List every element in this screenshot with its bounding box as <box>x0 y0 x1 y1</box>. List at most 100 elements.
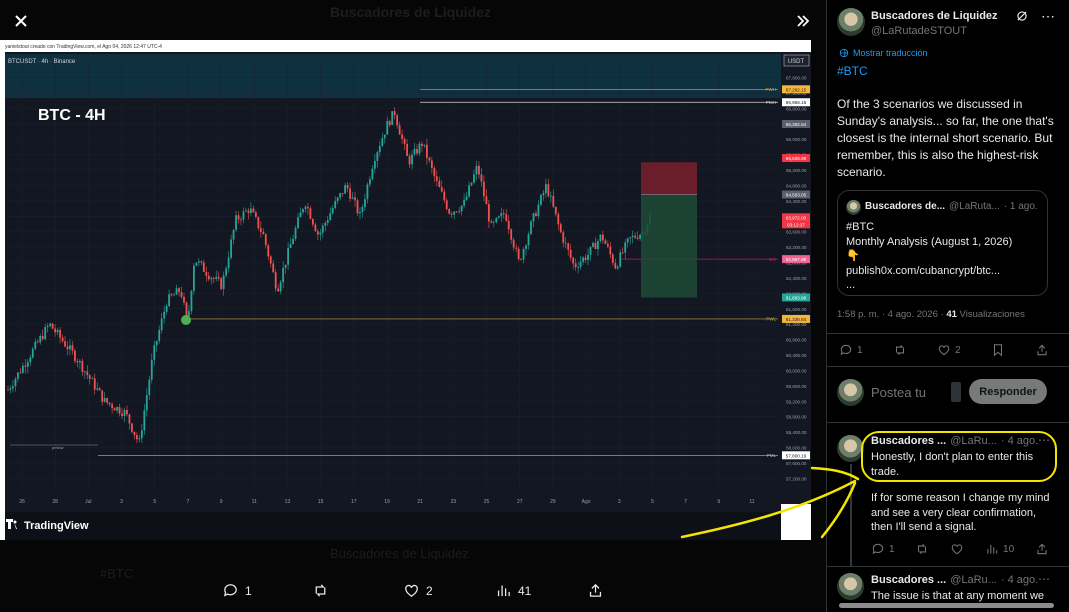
translate-link[interactable]: Mostrar traducción <box>839 48 928 58</box>
bottom-reply-button[interactable]: 1 <box>222 582 252 599</box>
candle-body <box>433 167 436 177</box>
share-button[interactable] <box>1035 343 1049 357</box>
candle-body <box>274 272 277 289</box>
candle-body <box>510 229 513 240</box>
reply2-time[interactable]: · 4 ago. <box>1001 574 1038 586</box>
candle-body <box>589 246 592 255</box>
candle-body <box>148 379 151 396</box>
candle-body <box>292 238 294 245</box>
candle-body <box>185 302 188 316</box>
reply-repost-button[interactable] <box>915 542 929 556</box>
candle-body <box>426 144 428 159</box>
x-tick-label: 23 <box>451 499 457 505</box>
horizontal-scrollbar[interactable] <box>839 603 1054 608</box>
reply2-author-name[interactable]: Buscadores ... <box>871 574 946 586</box>
candle-body <box>639 234 641 239</box>
candle-body <box>71 345 74 351</box>
candle-body <box>309 208 312 219</box>
composer-scroll[interactable] <box>951 382 961 402</box>
reply-avatar[interactable] <box>837 435 864 462</box>
candle-body <box>520 259 523 260</box>
author-avatar[interactable] <box>837 8 865 36</box>
candle-body <box>535 213 537 217</box>
candle-body <box>594 242 597 250</box>
candle-body <box>512 239 515 248</box>
candle-body <box>210 278 213 280</box>
reply-input[interactable] <box>871 383 951 401</box>
bottom-like-button[interactable]: 2 <box>403 582 433 599</box>
bookmark-button[interactable] <box>991 343 1005 357</box>
like-count: 2 <box>955 344 961 356</box>
reply-views-button[interactable]: 10 <box>985 542 1014 556</box>
candle-body <box>497 216 500 218</box>
candle-body <box>413 148 416 155</box>
pmlow-label: pmlow <box>52 445 64 450</box>
bottom-reply-count: 1 <box>245 583 252 598</box>
x-tick-label: 5 <box>651 499 654 505</box>
candle-body <box>103 398 106 402</box>
candle-body <box>76 361 79 363</box>
candle-body <box>245 210 247 212</box>
reply-like-button[interactable] <box>950 542 964 556</box>
expand-panel-button[interactable] <box>790 8 816 34</box>
candle-body <box>532 213 535 222</box>
more-options-button[interactable]: ⋯ <box>1041 8 1055 25</box>
candle-body <box>262 231 265 235</box>
reply-reply-button[interactable]: 1 <box>871 542 895 556</box>
quoted-tweet[interactable]: Buscadores de... @LaRuta... · 1 ago. #BT… <box>837 190 1048 296</box>
heart-icon <box>952 544 963 555</box>
candle-body <box>406 144 408 156</box>
grok-button[interactable] <box>1015 9 1029 28</box>
x-tick-label: 21 <box>417 499 423 505</box>
reply-button[interactable]: 1 <box>839 343 863 357</box>
candle-body <box>56 329 59 333</box>
candle-body <box>329 213 332 221</box>
candle-body <box>559 224 562 233</box>
candle-body <box>636 237 639 239</box>
reply2-avatar[interactable] <box>837 573 864 600</box>
author-name[interactable]: Buscadores de Liquidez <box>871 10 998 22</box>
candle-body <box>316 231 319 235</box>
price-badge-label: 57,800.19 <box>786 453 807 458</box>
candle-body <box>438 180 441 188</box>
bottom-views-button[interactable]: 41 <box>495 582 531 599</box>
reply-submit-button[interactable]: Responder <box>969 379 1047 404</box>
candle-body <box>29 357 32 363</box>
candle-body <box>304 206 307 210</box>
more-icon: ⋯ <box>1041 8 1055 24</box>
candle-body <box>311 218 314 225</box>
reply2-author-handle[interactable]: @LaRu... <box>950 574 997 586</box>
tweet-body: Of the 3 scenarios we discussed in Sunda… <box>837 97 1054 179</box>
candle-body <box>579 261 582 267</box>
repost-button[interactable] <box>893 343 907 357</box>
close-button[interactable] <box>8 8 34 34</box>
quote-ellipsis: ... <box>846 279 856 291</box>
repost-icon <box>918 543 927 555</box>
author-handle[interactable]: @LaRutadeSTOUT <box>871 25 998 37</box>
candle-body <box>26 362 29 367</box>
candle-body <box>61 337 64 342</box>
candle-body <box>294 228 297 239</box>
candle-body <box>59 329 61 338</box>
candle-body <box>178 288 180 292</box>
author-block: Buscadores de Liquidez @LaRutadeSTOUT <box>871 10 998 37</box>
candle-body <box>564 242 567 244</box>
candle-body <box>289 244 292 249</box>
candle-body <box>168 294 171 307</box>
hashtag-link[interactable]: #BTC <box>837 64 868 78</box>
candle-body <box>299 212 302 218</box>
bottom-repost-button[interactable] <box>312 582 329 599</box>
candle-body <box>267 245 270 257</box>
like-button[interactable]: 2 <box>937 343 961 357</box>
candle-body <box>49 323 52 326</box>
candle-body <box>478 165 480 175</box>
x-tick-label: 15 <box>318 499 324 505</box>
reply-share-button[interactable] <box>1035 542 1049 556</box>
candle-body <box>582 257 584 262</box>
reply2-more-button[interactable]: ⋯ <box>1038 572 1050 586</box>
bottom-share-button[interactable] <box>587 582 604 599</box>
candle-body <box>349 188 351 199</box>
candle-body <box>368 179 371 185</box>
tweet-timestamp[interactable]: 1:58 p. m. · 4 ago. 2026 · <box>837 309 944 320</box>
y-tick-label: 61,600.00 <box>786 307 807 312</box>
